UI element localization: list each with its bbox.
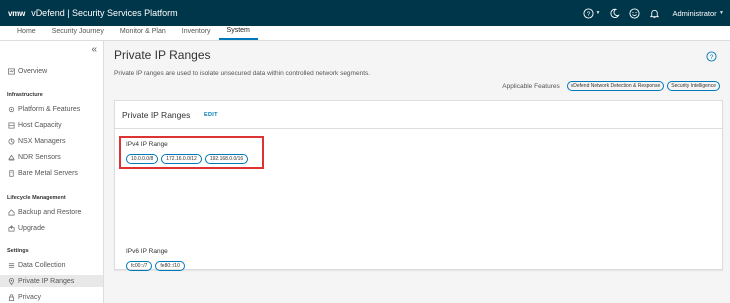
server-icon: [7, 169, 15, 177]
section-heading-settings: Settings: [7, 248, 29, 254]
app-title: vDefend | Security Services Platform: [31, 8, 178, 18]
ipv6-range-title: IPv6 IP Range: [126, 248, 168, 255]
section-heading-lifecycle: Lifecycle Management: [7, 195, 66, 201]
sidebar-item-label: Data Collection: [18, 261, 66, 269]
chevron-down-icon: ▼: [717, 10, 724, 16]
ip-range-badge: 172.16.0.0/12: [161, 154, 202, 164]
main-nav: Home Security Journey Monitor & Plan Inv…: [0, 26, 730, 41]
help-icon[interactable]: ?: [706, 51, 717, 62]
sidebar-item-privacy[interactable]: Privacy: [7, 292, 41, 302]
tab-inventory[interactable]: Inventory: [174, 25, 219, 40]
sidebar-item-label: Private IP Ranges: [18, 277, 75, 285]
sidebar: « Overview Infrastructure Platform & Fea…: [0, 41, 104, 303]
ip-range-badge: 10.0.0.0/8: [126, 154, 159, 164]
applicable-features: Applicable Features vDefend Network Dete…: [502, 81, 720, 91]
feedback-smiley-icon[interactable]: [628, 7, 640, 19]
ipv4-range-list: 10.0.0.0/8 172.16.0.0/12 192.168.0.0/16: [126, 154, 251, 164]
sidebar-item-label: Backup and Restore: [18, 208, 82, 216]
private-ip-ranges-card: Private IP Ranges EDIT IPv4 IP Range 10.…: [114, 100, 723, 271]
chevron-down-icon: ▼: [595, 10, 601, 16]
ipv4-range-title: IPv4 IP Range: [126, 141, 168, 148]
sensor-icon: [7, 153, 15, 161]
tab-monitor-plan[interactable]: Monitor & Plan: [112, 25, 174, 40]
tab-security-journey[interactable]: Security Journey: [44, 25, 112, 40]
host-icon: [7, 121, 15, 129]
features-label: Applicable Features: [502, 82, 560, 90]
sidebar-item-data-collection[interactable]: Data Collection: [7, 260, 65, 270]
sidebar-item-backup-restore[interactable]: Backup and Restore: [7, 207, 81, 217]
ip-range-badge: fc00::/7: [126, 261, 153, 271]
overview-icon: [7, 67, 15, 75]
ip-range-badge: 192.168.0.0/16: [204, 154, 249, 164]
dark-mode-icon[interactable]: [608, 7, 620, 19]
main-content: Private IP Ranges ? Private IP ranges ar…: [104, 41, 730, 303]
sidebar-item-label: NSX Managers: [18, 137, 66, 145]
card-header: Private IP Ranges EDIT: [115, 101, 722, 129]
location-pin-icon: [7, 277, 15, 285]
gear-icon: [7, 105, 15, 113]
tab-home[interactable]: Home: [0, 25, 44, 40]
collapse-sidebar-icon[interactable]: «: [91, 44, 97, 55]
backup-icon: [7, 208, 15, 216]
sidebar-item-overview[interactable]: Overview: [7, 66, 47, 76]
ipv6-range-list: fc00::/7 fe80::/10: [126, 261, 188, 271]
notifications-bell-icon[interactable]: [648, 7, 660, 19]
section-heading-infrastructure: Infrastructure: [7, 92, 43, 98]
feature-badge: vDefend Network Detection & Response: [566, 81, 665, 91]
data-collection-icon: [7, 261, 15, 269]
vmware-logo: vmw: [8, 8, 26, 18]
edit-button[interactable]: EDIT: [204, 112, 218, 118]
sidebar-item-upgrade[interactable]: Upgrade: [7, 223, 45, 233]
header-actions: ? ▼ Administrator ▼: [575, 0, 724, 26]
card-title: Private IP Ranges: [122, 110, 191, 120]
page-title: Private IP Ranges: [114, 48, 211, 62]
sidebar-item-host-capacity[interactable]: Host Capacity: [7, 120, 62, 130]
help-menu-icon[interactable]: ?: [583, 7, 595, 19]
user-name: Administrator: [672, 8, 717, 18]
ip-range-badge: fe80::/10: [155, 261, 185, 271]
sidebar-item-label: Upgrade: [18, 224, 45, 232]
user-menu[interactable]: Administrator ▼: [672, 9, 724, 18]
sidebar-item-nsx-managers[interactable]: NSX Managers: [7, 136, 65, 146]
feature-badge: Security Intelligence: [667, 81, 720, 91]
sidebar-item-label: Bare Metal Servers: [18, 169, 78, 177]
page-description: Private IP ranges are used to isolate un…: [114, 70, 371, 77]
lock-icon: [7, 293, 15, 301]
nsx-manager-icon: [7, 137, 15, 145]
sidebar-item-label: Platform & Features: [18, 105, 81, 113]
sidebar-item-label: Host Capacity: [18, 121, 62, 129]
tab-system[interactable]: System: [218, 25, 258, 40]
top-header: vmw vDefend | Security Services Platform…: [0, 0, 730, 26]
sidebar-item-label: NDR Sensors: [18, 153, 61, 161]
sidebar-item-label: Privacy: [18, 293, 41, 301]
sidebar-item-bare-metal-servers[interactable]: Bare Metal Servers: [7, 168, 78, 178]
sidebar-item-private-ip-ranges[interactable]: Private IP Ranges: [0, 275, 103, 287]
sidebar-item-label: Overview: [18, 67, 48, 75]
sidebar-item-platform-features[interactable]: Platform & Features: [7, 104, 80, 114]
svg-text:?: ?: [710, 54, 714, 61]
upgrade-icon: [7, 224, 15, 232]
svg-text:?: ?: [587, 10, 591, 17]
sidebar-item-ndr-sensors[interactable]: NDR Sensors: [7, 152, 61, 162]
